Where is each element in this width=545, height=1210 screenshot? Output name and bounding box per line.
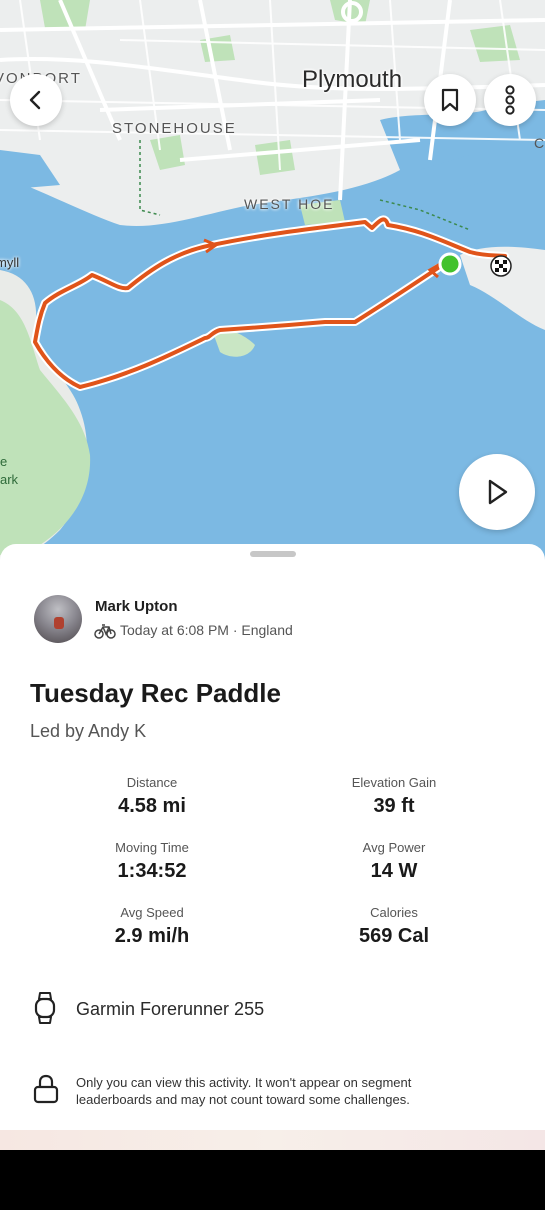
stat-distance: Distance 4.58 mi bbox=[52, 775, 252, 818]
activity-meta: Today at 6:08 PM · England bbox=[120, 622, 293, 638]
map-label-west-hoe: WEST HOE bbox=[244, 196, 335, 212]
back-button[interactable] bbox=[10, 74, 62, 126]
play-icon bbox=[488, 479, 508, 505]
stat-value: 1:34:52 bbox=[117, 860, 187, 882]
map-label-edge: C bbox=[534, 135, 545, 151]
more-vertical-icon bbox=[505, 85, 515, 115]
stat-elevation-gain: Elevation Gain 39 ft bbox=[294, 775, 494, 818]
finish-marker bbox=[490, 255, 512, 277]
stat-value: 569 Cal bbox=[358, 925, 430, 947]
back-icon bbox=[29, 90, 41, 110]
device-name[interactable]: Garmin Forerunner 255 bbox=[76, 999, 264, 1020]
stat-calories: Calories 569 Cal bbox=[294, 905, 494, 948]
bike-icon bbox=[94, 624, 116, 639]
map-label-park-line1: e bbox=[0, 454, 8, 469]
stat-avg-power: Avg Power 14 W bbox=[294, 840, 494, 883]
drag-handle[interactable] bbox=[250, 551, 296, 557]
privacy-note: Only you can view this activity. It won'… bbox=[76, 1075, 412, 1107]
bookmark-button[interactable] bbox=[424, 74, 476, 126]
stat-label: Moving Time bbox=[115, 840, 189, 855]
stat-value: 14 W bbox=[370, 860, 418, 882]
map-label-plymouth: Plymouth bbox=[302, 66, 403, 93]
activity-description: Led by Andy K bbox=[30, 721, 147, 741]
watch-icon bbox=[34, 992, 56, 1024]
start-marker bbox=[438, 252, 462, 276]
avatar[interactable] bbox=[34, 595, 82, 643]
next-card-peek bbox=[0, 1130, 545, 1150]
system-navigation-bar bbox=[0, 1150, 545, 1210]
stat-value: 39 ft bbox=[373, 795, 415, 817]
map-label-stonehouse: STONEHOUSE bbox=[112, 120, 237, 137]
more-options-button[interactable] bbox=[484, 74, 536, 126]
stat-label: Elevation Gain bbox=[351, 775, 437, 790]
stat-value: 2.9 mi/h bbox=[114, 925, 190, 947]
stat-label: Calories bbox=[370, 905, 418, 920]
bookmark-icon bbox=[441, 88, 459, 112]
athlete-name[interactable]: Mark Upton bbox=[95, 598, 178, 615]
stat-value: 4.58 mi bbox=[118, 795, 186, 817]
map-label-mount: myll bbox=[0, 255, 20, 270]
activity-title: Tuesday Rec Paddle bbox=[30, 678, 281, 708]
play-flyover-button[interactable] bbox=[459, 454, 535, 530]
stat-avg-speed: Avg Speed 2.9 mi/h bbox=[52, 905, 252, 948]
stat-label: Distance bbox=[126, 775, 178, 790]
stat-moving-time: Moving Time 1:34:52 bbox=[52, 840, 252, 883]
route-map[interactable]: VONPORT Plymouth STONEHOUSE WEST HOE myl… bbox=[0, 0, 545, 560]
stat-label: Avg Speed bbox=[120, 905, 184, 920]
activity-sheet: Mark Upton Today at 6:08 PM · England Tu… bbox=[0, 544, 545, 1130]
stat-label: Avg Power bbox=[362, 840, 426, 855]
lock-icon bbox=[33, 1074, 59, 1104]
map-label-park-line2: ark bbox=[0, 472, 19, 487]
